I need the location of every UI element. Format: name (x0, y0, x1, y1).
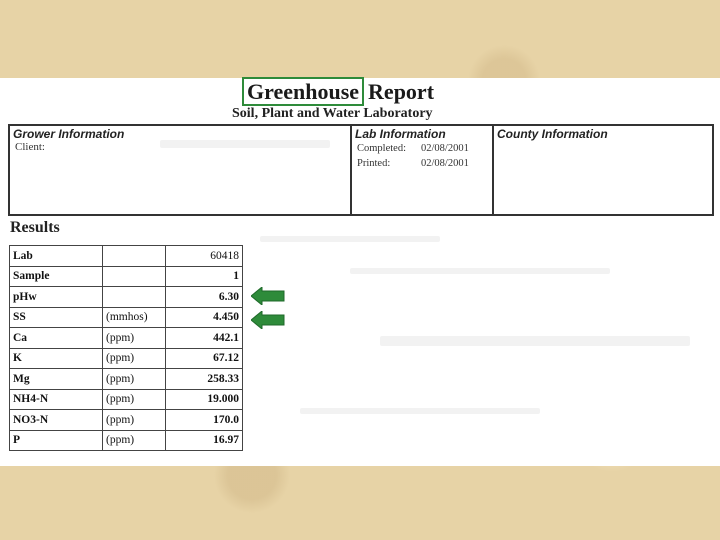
row-unit: (ppm) (102, 388, 166, 410)
left-arrow-icon (251, 287, 285, 305)
row-value: 6.30 (165, 286, 243, 308)
client-label: Client: (15, 141, 45, 153)
lab-info-heading: Lab Information (355, 127, 446, 141)
row-name: Mg (9, 368, 103, 390)
row-value: 60418 (165, 245, 243, 267)
row-unit (102, 286, 166, 308)
row-name: P (9, 429, 103, 451)
table-row: SS (mmhos) 4.450 (9, 306, 243, 328)
row-name: Sample (9, 265, 103, 287)
row-unit: (ppm) (102, 409, 166, 431)
grower-info-heading: Grower Information (13, 127, 125, 141)
grower-info-box: Grower Information Client: (8, 124, 352, 216)
row-unit: (ppm) (102, 347, 166, 369)
left-arrow-icon (251, 311, 285, 329)
results-heading: Results (10, 219, 60, 236)
scan-noise (300, 408, 540, 414)
lab-info-box: Lab Information Completed: 02/08/2001 Pr… (350, 124, 494, 216)
county-info-box: County Information (492, 124, 714, 216)
table-row: NH4-N (ppm) 19.000 (9, 388, 243, 410)
printed-label: Printed: (357, 158, 391, 169)
title-rest: Report (368, 79, 435, 104)
table-row: K (ppm) 67.12 (9, 347, 243, 369)
row-value: 4.450 (165, 306, 243, 328)
table-row: Ca (ppm) 442.1 (9, 327, 243, 349)
printed-date: 02/08/2001 (421, 158, 469, 169)
completed-row: Completed: 02/08/2001 (357, 141, 492, 156)
scan-noise (350, 268, 610, 274)
row-name: pHw (9, 286, 103, 308)
completed-label: Completed: (357, 143, 406, 154)
table-row: Lab 60418 (9, 245, 243, 267)
row-name: NO3-N (9, 409, 103, 431)
report-title: Greenhouse Report (242, 77, 435, 106)
report-document: Greenhouse Report Soil, Plant and Water L… (0, 77, 720, 466)
title-highlight-box: Greenhouse (242, 77, 365, 106)
row-value: 1 (165, 265, 243, 287)
row-name: Ca (9, 327, 103, 349)
county-info-heading: County Information (497, 127, 608, 141)
row-name: K (9, 347, 103, 369)
printed-row: Printed: 02/08/2001 (357, 156, 492, 171)
table-row: pHw 6.30 (9, 286, 243, 308)
row-value: 258.33 (165, 368, 243, 390)
completed-date: 02/08/2001 (421, 143, 469, 154)
row-unit: (ppm) (102, 429, 166, 451)
scan-noise (260, 236, 440, 242)
row-unit: (ppm) (102, 368, 166, 390)
row-unit: (mmhos) (102, 306, 166, 328)
row-value: 442.1 (165, 327, 243, 349)
row-name: Lab (9, 245, 103, 267)
row-value: 19.000 (165, 388, 243, 410)
report-subtitle: Soil, Plant and Water Laboratory (232, 106, 433, 121)
results-table: Lab 60418 Sample 1 pHw 6.30 SS (mmhos) 4.450 … (9, 245, 243, 451)
row-value: 170.0 (165, 409, 243, 431)
scan-noise (380, 336, 690, 346)
table-row: P (ppm) 16.97 (9, 429, 243, 451)
table-row: Sample 1 (9, 265, 243, 287)
table-row: NO3-N (ppm) 170.0 (9, 409, 243, 431)
row-unit (102, 245, 166, 267)
row-unit (102, 265, 166, 287)
row-value: 67.12 (165, 347, 243, 369)
table-row: Mg (ppm) 258.33 (9, 368, 243, 390)
row-name: SS (9, 306, 103, 328)
row-unit: (ppm) (102, 327, 166, 349)
row-name: NH4-N (9, 388, 103, 410)
row-value: 16.97 (165, 429, 243, 451)
